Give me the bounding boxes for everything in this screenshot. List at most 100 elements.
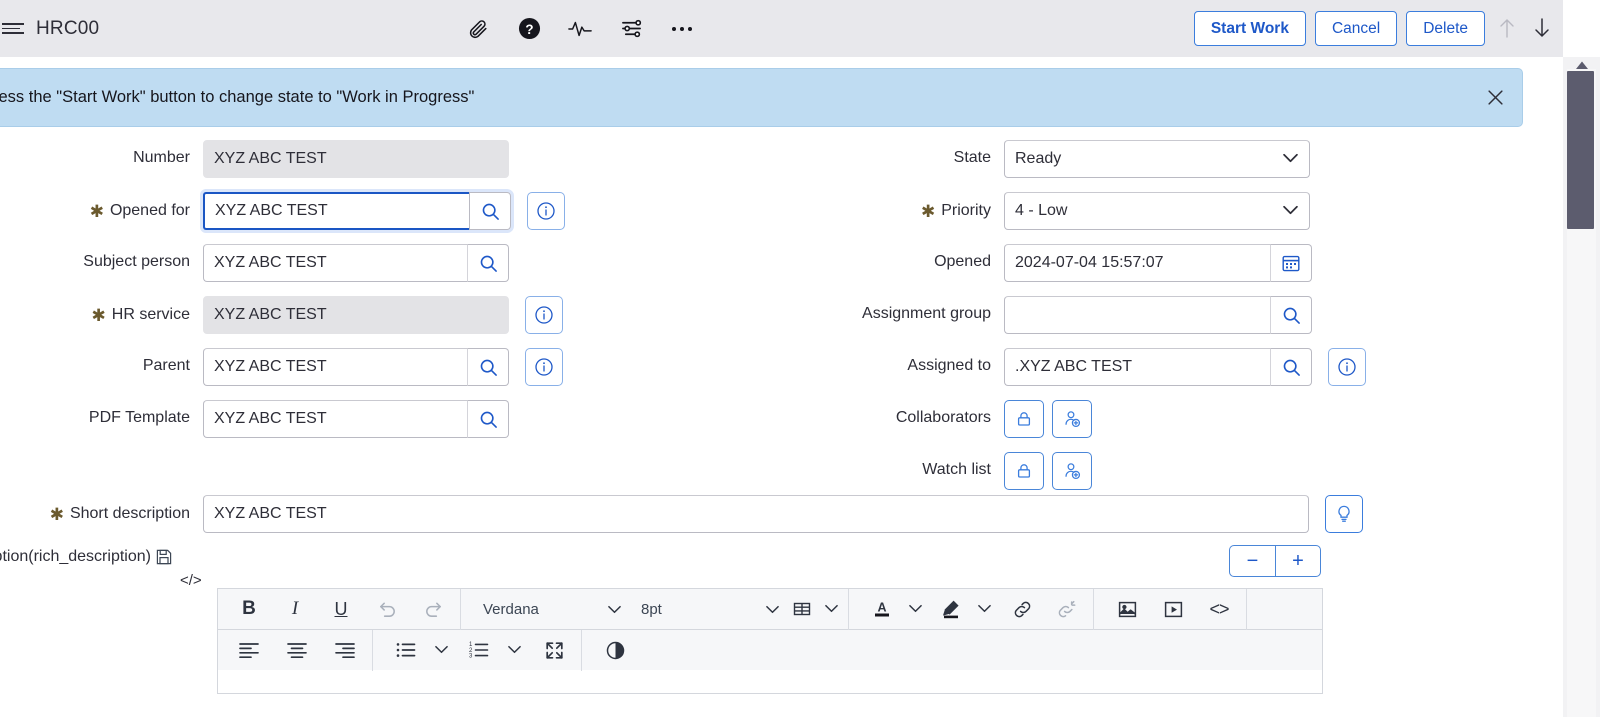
priority-select-wrapper[interactable]: 4 - Low [1004,192,1310,230]
opened-for-input[interactable]: XYZ ABC TEST [203,192,469,230]
table-icon[interactable] [785,594,819,624]
bullet-list-icon[interactable] [389,635,423,665]
chevron-down-icon[interactable] [825,600,838,618]
next-record-icon[interactable] [1529,13,1555,43]
editor-toolbar-row1: B I U Verdana [217,588,1323,629]
scrollbar-thumb[interactable] [1567,71,1594,229]
priority-select[interactable]: 4 - Low [1004,192,1310,230]
zoom-in-button[interactable]: + [1275,545,1321,577]
text-color-icon[interactable]: A [865,594,899,624]
svg-text:A: A [877,601,886,615]
search-icon[interactable] [469,192,511,230]
video-icon[interactable] [1156,594,1190,624]
info-icon[interactable] [525,348,563,386]
activity-icon[interactable] [567,16,593,42]
state-select[interactable]: Ready [1004,140,1310,178]
zoom-out-button[interactable]: − [1229,545,1275,577]
personalize-icon[interactable] [618,16,644,42]
search-icon[interactable] [1270,296,1312,334]
underline-button[interactable]: U [324,594,358,624]
font-family-select[interactable]: Verdana [477,594,627,624]
align-left-icon[interactable] [232,635,266,665]
source-code-icon[interactable]: <> [1202,594,1236,624]
attachment-icon[interactable] [465,16,491,42]
undo-icon[interactable] [370,594,404,624]
chevron-down-icon[interactable] [508,641,521,659]
pdf-template-input[interactable]: XYZ ABC TEST [203,400,467,438]
calendar-icon[interactable] [1270,244,1312,282]
info-icon[interactable] [1328,348,1366,386]
chevron-down-icon[interactable] [435,641,448,659]
field-row-subject-person: Subject person XYZ ABC TEST [0,244,760,282]
parent-field[interactable]: XYZ ABC TEST [203,348,509,386]
assigned-to-input[interactable]: .XYZ ABC TEST [1004,348,1270,386]
opened-input[interactable]: 2024-07-04 15:57:07 [1004,244,1270,282]
font-size-select[interactable]: 8pt [635,594,785,624]
required-marker: ✱ [921,203,935,220]
field-label-opened-for: ✱ Opened for [0,192,203,220]
save-icon[interactable] [155,548,173,566]
header-icon-group: ? [465,16,695,42]
editor-content-area[interactable] [217,670,1323,694]
cancel-button[interactable]: Cancel [1315,11,1397,46]
numbered-list-icon[interactable]: 1 2 3 [462,635,496,665]
opened-for-field[interactable]: XYZ ABC TEST [203,192,511,230]
italic-button[interactable]: I [278,594,312,624]
assignment-group-field[interactable] [1004,296,1312,334]
field-row-watch-list: Watch list [760,452,1560,490]
vertical-scrollbar[interactable] [1563,57,1600,717]
field-label-number: Number [0,140,203,167]
chevron-down-icon[interactable] [909,600,922,618]
subject-person-field[interactable]: XYZ ABC TEST [203,244,509,282]
delete-button[interactable]: Delete [1406,11,1485,46]
add-user-icon[interactable] [1052,452,1092,490]
info-icon[interactable] [525,296,563,334]
hamburger-icon[interactable] [2,23,24,34]
field-row-short-description: ✱ Short description XYZ ABC TEST [0,495,1363,533]
highlight-icon[interactable] [934,594,968,624]
field-label-rich-description: iption(rich_description) [0,548,173,566]
previous-record-icon[interactable] [1494,13,1520,43]
more-icon[interactable] [669,16,695,42]
editor-zoom-group: − + [1229,545,1321,577]
link-icon[interactable] [1005,594,1039,624]
redo-icon[interactable] [416,594,450,624]
align-center-icon[interactable] [280,635,314,665]
chevron-down-icon [766,601,779,618]
image-icon[interactable] [1110,594,1144,624]
parent-input[interactable]: XYZ ABC TEST [203,348,467,386]
info-icon[interactable] [527,192,565,230]
state-select-wrapper[interactable]: Ready [1004,140,1310,178]
field-label-assignment-group: Assignment group [760,296,1004,323]
info-banner: ress the "Start Work" button to change s… [0,68,1523,127]
short-description-input[interactable]: XYZ ABC TEST [203,495,1309,533]
field-row-assigned-to: Assigned to .XYZ ABC TEST [760,348,1560,386]
assigned-to-field[interactable]: .XYZ ABC TEST [1004,348,1312,386]
chevron-down-icon[interactable] [978,600,991,618]
lock-icon[interactable] [1004,400,1044,438]
bold-button[interactable]: B [232,594,266,624]
field-row-state: State Ready [760,140,1560,178]
start-work-button[interactable]: Start Work [1194,11,1306,46]
subject-person-input[interactable]: XYZ ABC TEST [203,244,467,282]
unlink-icon[interactable] [1049,594,1083,624]
search-icon[interactable] [1270,348,1312,386]
required-marker: ✱ [92,307,106,324]
contrast-icon[interactable] [598,635,632,665]
close-icon[interactable] [1484,87,1506,109]
pdf-template-field[interactable]: XYZ ABC TEST [203,400,509,438]
opened-field[interactable]: 2024-07-04 15:57:07 [1004,244,1312,282]
assignment-group-input[interactable] [1004,296,1270,334]
add-user-icon[interactable] [1052,400,1092,438]
help-icon[interactable]: ? [516,16,542,42]
header-divider [0,57,1563,58]
lock-icon[interactable] [1004,452,1044,490]
fullscreen-icon[interactable] [537,635,571,665]
required-marker: ✱ [90,203,104,220]
search-icon[interactable] [467,244,509,282]
search-icon[interactable] [467,348,509,386]
search-icon[interactable] [467,400,509,438]
align-right-icon[interactable] [328,635,362,665]
lightbulb-icon[interactable] [1325,495,1363,533]
code-view-icon[interactable]: </> [180,572,202,589]
